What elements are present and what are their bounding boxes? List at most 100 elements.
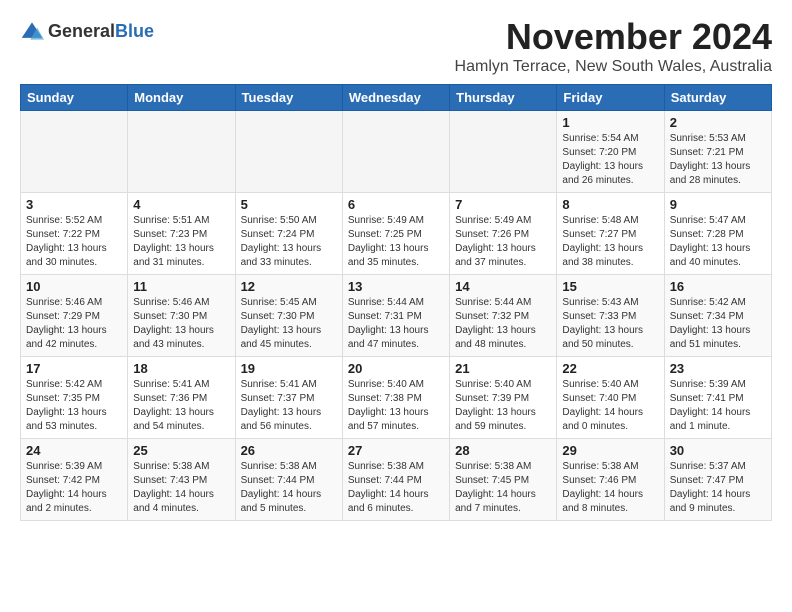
calendar-cell: 24 Sunrise: 5:39 AM Sunset: 7:42 PM Dayli…: [21, 439, 128, 521]
day-number: 18: [133, 361, 229, 376]
day-number: 5: [241, 197, 337, 212]
calendar-cell: 22 Sunrise: 5:40 AM Sunset: 7:40 PM Dayli…: [557, 357, 664, 439]
day-info: Sunrise: 5:46 AM Sunset: 7:30 PM Dayligh…: [133, 296, 229, 352]
calendar-cell: 9 Sunrise: 5:47 AM Sunset: 7:28 PM Daylig…: [664, 193, 771, 275]
weekday-header-thursday: Thursday: [450, 85, 557, 111]
day-number: 4: [133, 197, 229, 212]
day-info: Sunrise: 5:49 AM Sunset: 7:25 PM Dayligh…: [348, 214, 444, 270]
calendar-cell: 25 Sunrise: 5:38 AM Sunset: 7:43 PM Dayli…: [128, 439, 235, 521]
location-title: Hamlyn Terrace, New South Wales, Austral…: [455, 58, 772, 76]
calendar-cell: [450, 111, 557, 193]
day-info: Sunrise: 5:39 AM Sunset: 7:41 PM Dayligh…: [670, 378, 766, 434]
calendar-cell: 21 Sunrise: 5:40 AM Sunset: 7:39 PM Dayli…: [450, 357, 557, 439]
day-info: Sunrise: 5:45 AM Sunset: 7:30 PM Dayligh…: [241, 296, 337, 352]
day-info: Sunrise: 5:46 AM Sunset: 7:29 PM Dayligh…: [26, 296, 122, 352]
day-number: 14: [455, 279, 551, 294]
day-info: Sunrise: 5:54 AM Sunset: 7:20 PM Dayligh…: [562, 132, 658, 188]
day-info: Sunrise: 5:40 AM Sunset: 7:40 PM Dayligh…: [562, 378, 658, 434]
week-row-4: 17 Sunrise: 5:42 AM Sunset: 7:35 PM Dayli…: [21, 357, 772, 439]
logo-blue: Blue: [115, 21, 154, 41]
day-info: Sunrise: 5:42 AM Sunset: 7:34 PM Dayligh…: [670, 296, 766, 352]
week-row-1: 1 Sunrise: 5:54 AM Sunset: 7:20 PM Daylig…: [21, 111, 772, 193]
day-info: Sunrise: 5:38 AM Sunset: 7:46 PM Dayligh…: [562, 460, 658, 516]
logo-general: General: [48, 21, 115, 41]
day-number: 25: [133, 443, 229, 458]
day-number: 13: [348, 279, 444, 294]
weekday-header-tuesday: Tuesday: [235, 85, 342, 111]
calendar-cell: 2 Sunrise: 5:53 AM Sunset: 7:21 PM Daylig…: [664, 111, 771, 193]
calendar-cell: 18 Sunrise: 5:41 AM Sunset: 7:36 PM Dayli…: [128, 357, 235, 439]
calendar-cell: 17 Sunrise: 5:42 AM Sunset: 7:35 PM Dayli…: [21, 357, 128, 439]
weekday-header-wednesday: Wednesday: [342, 85, 449, 111]
calendar-cell: 29 Sunrise: 5:38 AM Sunset: 7:46 PM Dayli…: [557, 439, 664, 521]
day-number: 2: [670, 115, 766, 130]
day-number: 16: [670, 279, 766, 294]
day-info: Sunrise: 5:37 AM Sunset: 7:47 PM Dayligh…: [670, 460, 766, 516]
calendar-cell: 10 Sunrise: 5:46 AM Sunset: 7:29 PM Dayli…: [21, 275, 128, 357]
day-info: Sunrise: 5:38 AM Sunset: 7:43 PM Dayligh…: [133, 460, 229, 516]
day-number: 17: [26, 361, 122, 376]
week-row-5: 24 Sunrise: 5:39 AM Sunset: 7:42 PM Dayli…: [21, 439, 772, 521]
calendar-cell: [128, 111, 235, 193]
day-info: Sunrise: 5:41 AM Sunset: 7:37 PM Dayligh…: [241, 378, 337, 434]
calendar-cell: 7 Sunrise: 5:49 AM Sunset: 7:26 PM Daylig…: [450, 193, 557, 275]
day-number: 22: [562, 361, 658, 376]
calendar-cell: 6 Sunrise: 5:49 AM Sunset: 7:25 PM Daylig…: [342, 193, 449, 275]
day-info: Sunrise: 5:49 AM Sunset: 7:26 PM Dayligh…: [455, 214, 551, 270]
day-info: Sunrise: 5:44 AM Sunset: 7:32 PM Dayligh…: [455, 296, 551, 352]
day-number: 1: [562, 115, 658, 130]
day-info: Sunrise: 5:39 AM Sunset: 7:42 PM Dayligh…: [26, 460, 122, 516]
month-title: November 2024: [455, 16, 772, 58]
weekday-header-friday: Friday: [557, 85, 664, 111]
day-info: Sunrise: 5:42 AM Sunset: 7:35 PM Dayligh…: [26, 378, 122, 434]
calendar-cell: 1 Sunrise: 5:54 AM Sunset: 7:20 PM Daylig…: [557, 111, 664, 193]
calendar-cell: 30 Sunrise: 5:37 AM Sunset: 7:47 PM Dayli…: [664, 439, 771, 521]
day-number: 28: [455, 443, 551, 458]
day-number: 6: [348, 197, 444, 212]
calendar-cell: [21, 111, 128, 193]
day-info: Sunrise: 5:38 AM Sunset: 7:44 PM Dayligh…: [241, 460, 337, 516]
calendar-cell: 5Sunrise: 5:50 AM Sunset: 7:24 PM Daylig…: [235, 193, 342, 275]
day-number: 24: [26, 443, 122, 458]
day-info: Sunrise: 5:52 AM Sunset: 7:22 PM Dayligh…: [26, 214, 122, 270]
day-number: 30: [670, 443, 766, 458]
day-number: 26: [241, 443, 337, 458]
header: GeneralBlue November 2024 Hamlyn Terrace…: [20, 16, 772, 76]
week-row-3: 10 Sunrise: 5:46 AM Sunset: 7:29 PM Dayli…: [21, 275, 772, 357]
day-number: 11: [133, 279, 229, 294]
calendar-cell: 12 Sunrise: 5:45 AM Sunset: 7:30 PM Dayli…: [235, 275, 342, 357]
calendar-cell: 20Sunrise: 5:40 AM Sunset: 7:38 PM Dayli…: [342, 357, 449, 439]
day-number: 9: [670, 197, 766, 212]
day-info: Sunrise: 5:51 AM Sunset: 7:23 PM Dayligh…: [133, 214, 229, 270]
calendar-cell: 14 Sunrise: 5:44 AM Sunset: 7:32 PM Dayli…: [450, 275, 557, 357]
calendar-cell: 15Sunrise: 5:43 AM Sunset: 7:33 PM Dayli…: [557, 275, 664, 357]
day-info: Sunrise: 5:41 AM Sunset: 7:36 PM Dayligh…: [133, 378, 229, 434]
week-row-2: 3 Sunrise: 5:52 AM Sunset: 7:22 PM Daylig…: [21, 193, 772, 275]
calendar: SundayMondayTuesdayWednesdayThursdayFrid…: [20, 84, 772, 521]
logo-icon: [20, 20, 44, 42]
day-number: 7: [455, 197, 551, 212]
day-info: Sunrise: 5:40 AM Sunset: 7:39 PM Dayligh…: [455, 378, 551, 434]
weekday-header-saturday: Saturday: [664, 85, 771, 111]
day-number: 10: [26, 279, 122, 294]
day-number: 8: [562, 197, 658, 212]
day-number: 12: [241, 279, 337, 294]
day-number: 23: [670, 361, 766, 376]
day-info: Sunrise: 5:40 AM Sunset: 7:38 PM Dayligh…: [348, 378, 444, 434]
calendar-cell: 4 Sunrise: 5:51 AM Sunset: 7:23 PM Daylig…: [128, 193, 235, 275]
weekday-header-monday: Monday: [128, 85, 235, 111]
calendar-cell: 11 Sunrise: 5:46 AM Sunset: 7:30 PM Dayli…: [128, 275, 235, 357]
day-number: 21: [455, 361, 551, 376]
day-info: Sunrise: 5:44 AM Sunset: 7:31 PM Dayligh…: [348, 296, 444, 352]
calendar-cell: 8Sunrise: 5:48 AM Sunset: 7:27 PM Daylig…: [557, 193, 664, 275]
day-number: 29: [562, 443, 658, 458]
day-info: Sunrise: 5:47 AM Sunset: 7:28 PM Dayligh…: [670, 214, 766, 270]
weekday-header-row: SundayMondayTuesdayWednesdayThursdayFrid…: [21, 85, 772, 111]
calendar-cell: 28Sunrise: 5:38 AM Sunset: 7:45 PM Dayli…: [450, 439, 557, 521]
calendar-cell: [342, 111, 449, 193]
day-number: 3: [26, 197, 122, 212]
day-info: Sunrise: 5:43 AM Sunset: 7:33 PM Dayligh…: [562, 296, 658, 352]
day-info: Sunrise: 5:53 AM Sunset: 7:21 PM Dayligh…: [670, 132, 766, 188]
calendar-cell: 16 Sunrise: 5:42 AM Sunset: 7:34 PM Dayli…: [664, 275, 771, 357]
title-area: November 2024 Hamlyn Terrace, New South …: [455, 16, 772, 76]
